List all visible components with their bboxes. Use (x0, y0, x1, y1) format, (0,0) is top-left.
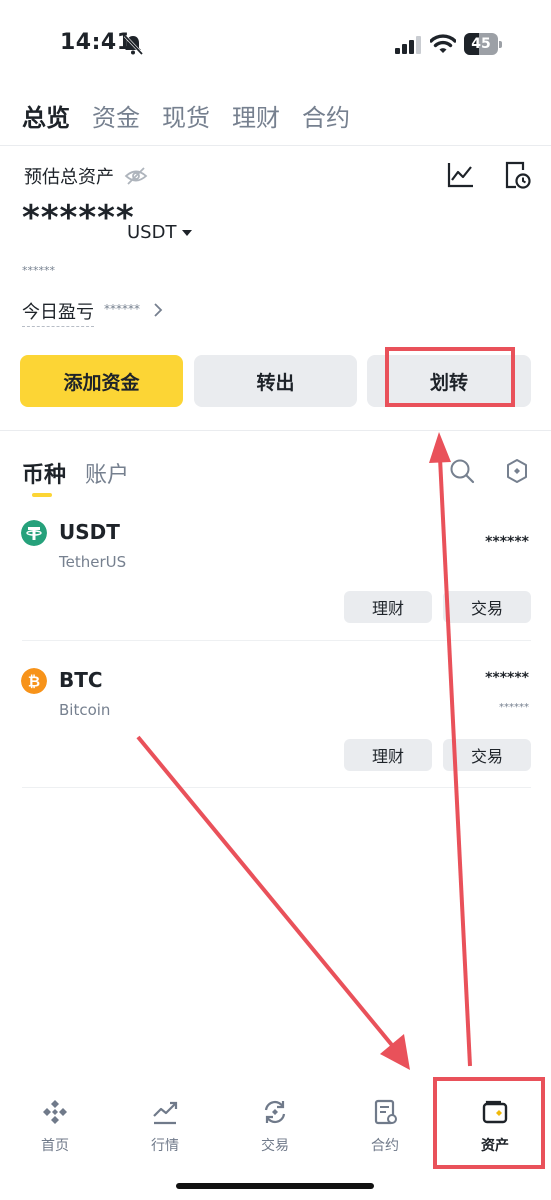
svg-text:₿: ₿ (28, 674, 40, 691)
annotation-box-assets-tab (433, 1077, 545, 1169)
status-bar: 14:41 45 (0, 0, 551, 90)
home-indicator (176, 1183, 374, 1189)
line-chart-icon[interactable] (446, 160, 476, 190)
withdraw-button[interactable]: 转出 (194, 355, 357, 407)
account-tabs: 总览 资金 现货 理财 合约 (22, 98, 350, 133)
coin-row-btc[interactable]: ₿ BTC Bitcoin ****** ****** 理财 交易 (0, 658, 551, 788)
coin-fiat-value: ****** (499, 702, 529, 713)
tab-futures[interactable]: 合约 (302, 98, 350, 133)
tab-earn[interactable]: 理财 (232, 98, 280, 133)
trade-button[interactable]: 交易 (443, 591, 531, 623)
nav-label: 交易 (261, 1138, 289, 1154)
caret-down-icon (182, 229, 193, 236)
search-icon[interactable] (449, 458, 475, 484)
todays-pnl-label[interactable]: 今日盈亏 (22, 298, 94, 327)
nav-trade[interactable]: 交易 (220, 1088, 330, 1168)
coin-amount: ****** (485, 670, 529, 686)
currency-label: USDT (127, 222, 177, 243)
earn-button[interactable]: 理财 (344, 739, 432, 771)
trade-button[interactable]: 交易 (443, 739, 531, 771)
section-divider (0, 430, 551, 431)
coin-row-usdt[interactable]: USDT TetherUS ****** 理财 交易 (0, 510, 551, 640)
settings-hexagon-icon[interactable] (505, 458, 529, 484)
estimated-total-label: 预估总资产 (24, 167, 114, 188)
cell-signal-icon (395, 36, 421, 54)
history-record-icon[interactable] (503, 160, 531, 190)
divider (0, 145, 551, 146)
trade-swap-icon (264, 1100, 286, 1124)
add-funds-button[interactable]: 添加资金 (20, 355, 183, 407)
chevron-right-icon[interactable] (152, 301, 164, 319)
btc-coin-icon: ₿ (21, 668, 47, 694)
tab-spot[interactable]: 现货 (162, 98, 210, 133)
active-tab-indicator (32, 493, 52, 497)
binance-logo-icon (43, 1100, 67, 1124)
earn-button[interactable]: 理财 (344, 591, 432, 623)
nav-home[interactable]: 首页 (0, 1088, 110, 1168)
futures-doc-icon (374, 1099, 397, 1125)
row-divider (22, 640, 531, 641)
coin-symbol: BTC (59, 668, 103, 692)
nav-futures[interactable]: 合约 (330, 1088, 440, 1168)
coin-amount: ****** (485, 534, 529, 550)
tab-accounts[interactable]: 账户 (85, 457, 129, 489)
currency-selector[interactable]: USDT (127, 222, 193, 243)
nav-label: 首页 (41, 1138, 69, 1154)
usdt-coin-icon (21, 520, 47, 546)
nav-markets[interactable]: 行情 (110, 1088, 220, 1168)
battery-level-text: 45 (471, 36, 491, 52)
annotation-box-transfer (385, 347, 515, 407)
nav-label: 合约 (371, 1138, 399, 1154)
coin-symbol: USDT (59, 520, 120, 544)
wifi-icon (430, 34, 456, 53)
todays-pnl-value: ****** (104, 302, 140, 316)
market-chart-icon (153, 1101, 178, 1125)
coin-full-name: TetherUS (59, 553, 127, 571)
nav-label: 行情 (151, 1138, 179, 1154)
eye-hidden-icon[interactable] (124, 165, 148, 187)
coin-full-name: Bitcoin (59, 701, 111, 719)
battery-indicator: 45 (464, 33, 502, 55)
bell-muted-icon (123, 34, 144, 56)
total-balance-value: ****** (22, 198, 135, 238)
tab-coins[interactable]: 币种 (22, 457, 66, 489)
tab-funding[interactable]: 资金 (92, 98, 140, 133)
row-divider (22, 787, 531, 788)
fiat-equivalent-value: ****** (22, 264, 55, 277)
tab-overview[interactable]: 总览 (22, 98, 70, 133)
